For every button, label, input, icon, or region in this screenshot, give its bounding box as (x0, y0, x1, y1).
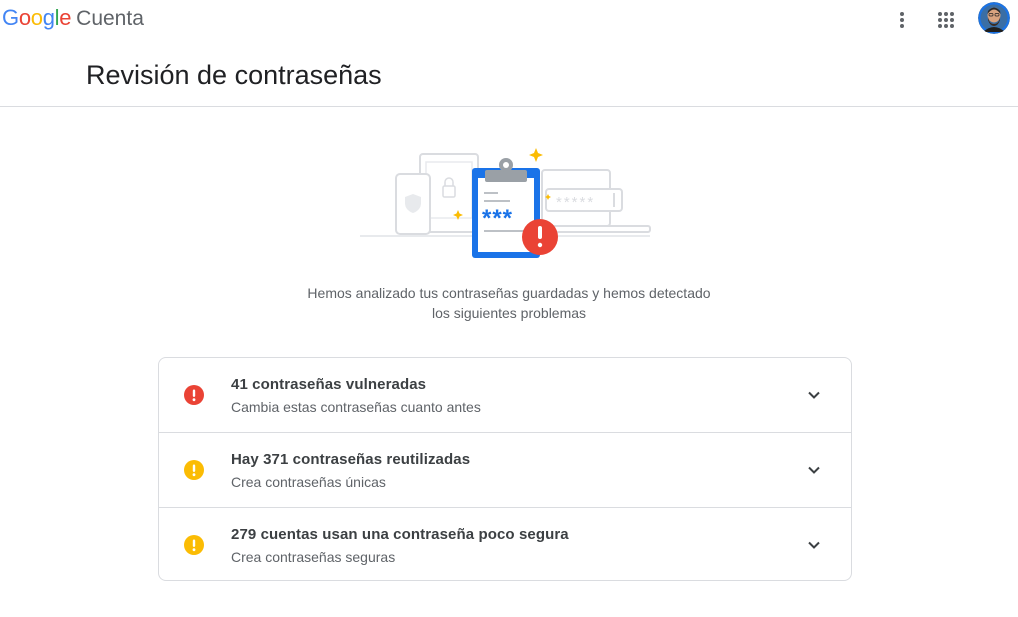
alert-icon (184, 385, 204, 405)
top-bar: Google Cuenta (0, 0, 1018, 42)
brand-letter: g (42, 5, 55, 30)
issue-subtitle: Crea contraseñas únicas (231, 474, 386, 490)
header-divider (0, 106, 1018, 107)
brand-letter: o (18, 5, 31, 30)
issue-subtitle: Crea contraseñas seguras (231, 549, 396, 565)
brand-letter: o (30, 5, 43, 30)
chevron-down-icon[interactable] (805, 386, 823, 404)
chevron-down-icon[interactable] (805, 461, 823, 479)
issue-title: 41 contraseñas vulneradas (231, 376, 427, 393)
clipboard-alert-illustration: ***** *** (360, 140, 660, 265)
intro-text: Hemos analizado tus contraseñas guardada… (307, 285, 711, 321)
apps-grid-icon[interactable] (936, 10, 956, 30)
chevron-down-icon[interactable] (805, 536, 823, 554)
avatar[interactable] (978, 2, 1010, 34)
product-name: Cuenta (76, 7, 144, 30)
issues-list: 41 contraseñas vulneradas Cambia estas c… (158, 357, 852, 581)
issue-title: Hay 371 contraseñas reutilizadas (231, 451, 471, 468)
issue-weak-passwords[interactable]: 279 cuentas usan una contraseña poco seg… (159, 508, 851, 580)
page-title: Revisión de contraseñas (86, 60, 382, 90)
masked-password: *** (482, 205, 513, 232)
warning-icon (184, 460, 204, 480)
warning-icon (184, 535, 204, 555)
svg-text:*****: ***** (556, 194, 595, 211)
more-vert-icon[interactable] (892, 10, 912, 30)
google-account-logo[interactable]: Google Cuenta (2, 5, 144, 35)
google-wordmark: Google (2, 5, 71, 31)
issue-subtitle: Cambia estas contraseñas cuanto antes (231, 399, 481, 415)
issue-reused-passwords[interactable]: Hay 371 contraseñas reutilizadas Crea co… (159, 433, 851, 508)
issue-compromised-passwords[interactable]: 41 contraseñas vulneradas Cambia estas c… (159, 358, 851, 433)
brand-letter: e (59, 5, 72, 30)
issue-title: 279 cuentas usan una contraseña poco seg… (231, 526, 569, 543)
brand-letter: G (2, 5, 19, 30)
